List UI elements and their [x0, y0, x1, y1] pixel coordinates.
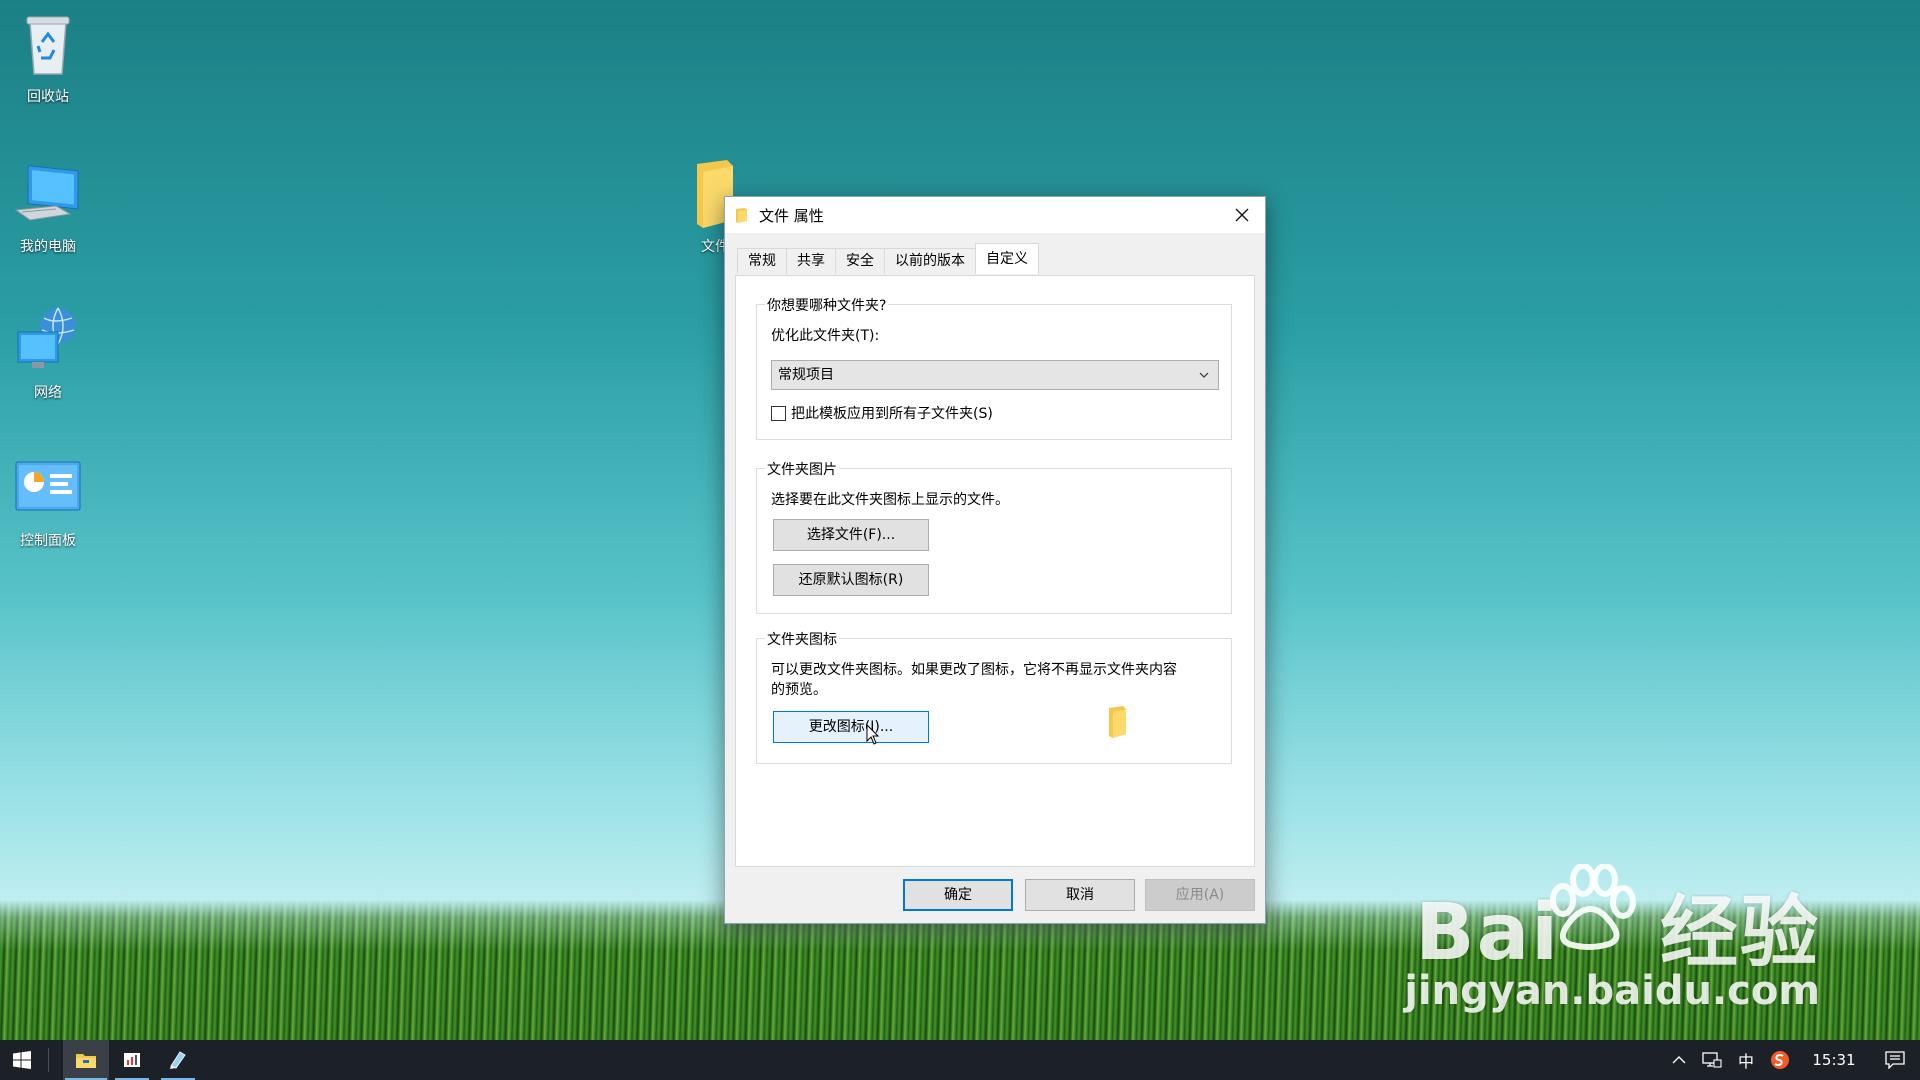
apply-template-label: 把此模板应用到所有子文件夹(S) [791, 406, 993, 422]
network-status-icon [1702, 1052, 1722, 1068]
input-method-indicator[interactable]: 中 [1730, 1040, 1762, 1080]
customize-panel: 你想要哪种文件夹? 优化此文件夹(T): 常规项目 把此模板应用到所有子文件夹(… [735, 275, 1255, 867]
group-legend: 文件夹图片 [765, 459, 839, 479]
desktop-icon-control-panel[interactable]: 控制面板 [6, 452, 90, 550]
desktop-icon-label: 网络 [34, 385, 62, 401]
folder-icons-description-line2: 的预览。 [771, 682, 827, 698]
tab-previous-versions[interactable]: 以前的版本 [884, 248, 976, 274]
desktop-icon-label: 控制面板 [20, 533, 76, 549]
taskbar-separator [48, 1048, 49, 1072]
desktop-icon-network[interactable]: 网络 [6, 304, 90, 402]
tab-strip: 常规 共享 安全 以前的版本 自定义 [737, 243, 1039, 274]
file-explorer-icon [76, 1054, 96, 1068]
checkbox-box[interactable] [771, 405, 786, 421]
apply-button[interactable]: 应用(A) [1145, 879, 1255, 911]
desktop-icon-computer[interactable]: 我的电脑 [6, 158, 90, 256]
recycle-bin-icon [12, 8, 84, 80]
tab-security[interactable]: 安全 [835, 248, 885, 274]
chevron-down-icon [1198, 361, 1210, 399]
watermark-brand: Bai [1415, 888, 1560, 978]
folder-pictures-group: 文件夹图片 选择要在此文件夹图标上显示的文件。 选择文件(F)... 还原默认图… [756, 459, 1232, 614]
group-legend: 你想要哪种文件夹? [765, 295, 889, 315]
sogou-ime-icon [1771, 1051, 1789, 1069]
tray-network-button[interactable] [1694, 1040, 1730, 1080]
optimize-folder-select[interactable]: 常规项目 [771, 360, 1219, 390]
windows-logo-icon [13, 1051, 31, 1069]
folder-pictures-description: 选择要在此文件夹图标上显示的文件。 [771, 492, 1009, 508]
ok-button[interactable]: 确定 [903, 879, 1013, 911]
editor-app-icon [170, 1051, 186, 1069]
network-icon [12, 304, 84, 376]
chart-app-icon [124, 1053, 140, 1067]
apply-template-checkbox[interactable]: 把此模板应用到所有子文件夹(S) [771, 403, 993, 423]
folder-type-group: 你想要哪种文件夹? 优化此文件夹(T): 常规项目 把此模板应用到所有子文件夹(… [756, 295, 1232, 440]
control-panel-icon [12, 452, 84, 524]
close-icon [1235, 208, 1249, 222]
notification-icon [1885, 1051, 1905, 1069]
system-tray: 中 15:31 [1664, 1040, 1920, 1080]
folder-icons-description-line1: 可以更改文件夹图标。如果更改了图标，它将不再显示文件夹内容 [771, 662, 1177, 678]
folder-properties-dialog: 文件 属性 常规 共享 安全 以前的版本 自定义 你想要哪种文件夹? 优化此文件… [724, 196, 1266, 924]
dialog-title: 文件 属性 [759, 206, 824, 225]
tray-overflow-button[interactable] [1664, 1040, 1694, 1080]
taskbar-file-explorer[interactable] [63, 1040, 109, 1080]
taskbar-app-editor[interactable] [155, 1040, 201, 1080]
computer-icon [12, 158, 84, 230]
tab-sharing[interactable]: 共享 [786, 248, 836, 274]
close-button[interactable] [1219, 197, 1265, 233]
optimize-folder-value: 常规项目 [778, 367, 834, 383]
cancel-button[interactable]: 取消 [1025, 879, 1135, 911]
change-icon-button[interactable]: 更改图标(I)... [773, 711, 929, 743]
watermark-brand-cn: 经验 [1659, 888, 1820, 978]
mouse-cursor-icon [866, 724, 880, 745]
optimize-label: 优化此文件夹(T): [771, 328, 880, 344]
choose-file-button[interactable]: 选择文件(F)... [773, 519, 929, 551]
restore-default-button[interactable]: 还原默认图标(R) [773, 564, 929, 596]
folder-icon [736, 208, 747, 223]
start-button[interactable] [0, 1040, 44, 1080]
baidu-paw-logo [1550, 864, 1637, 950]
watermark-url: jingyan.baidu.com [1404, 968, 1820, 1014]
baidu-watermark: Bai 经验 jingyan.baidu.com [1404, 864, 1820, 1014]
folder-preview-icon [1109, 706, 1126, 738]
tab-customize[interactable]: 自定义 [975, 243, 1039, 274]
dialog-titlebar[interactable]: 文件 属性 [725, 197, 1265, 233]
tab-general[interactable]: 常规 [737, 248, 787, 274]
chevron-up-icon [1672, 1056, 1686, 1064]
desktop-icon-label: 我的电脑 [20, 239, 76, 255]
taskbar-app-chart[interactable] [109, 1040, 155, 1080]
tray-sogou-button[interactable] [1762, 1040, 1798, 1080]
folder-icons-group: 文件夹图标 可以更改文件夹图标。如果更改了图标，它将不再显示文件夹内容 的预览。… [756, 629, 1232, 764]
taskbar-clock[interactable]: 15:31 [1798, 1040, 1870, 1080]
taskbar: 中 15:31 [0, 1040, 1920, 1080]
group-legend: 文件夹图标 [765, 629, 839, 649]
desktop-icon-label: 回收站 [27, 89, 69, 105]
action-center-button[interactable] [1870, 1040, 1920, 1080]
desktop-icon-recycle-bin[interactable]: 回收站 [6, 8, 90, 106]
